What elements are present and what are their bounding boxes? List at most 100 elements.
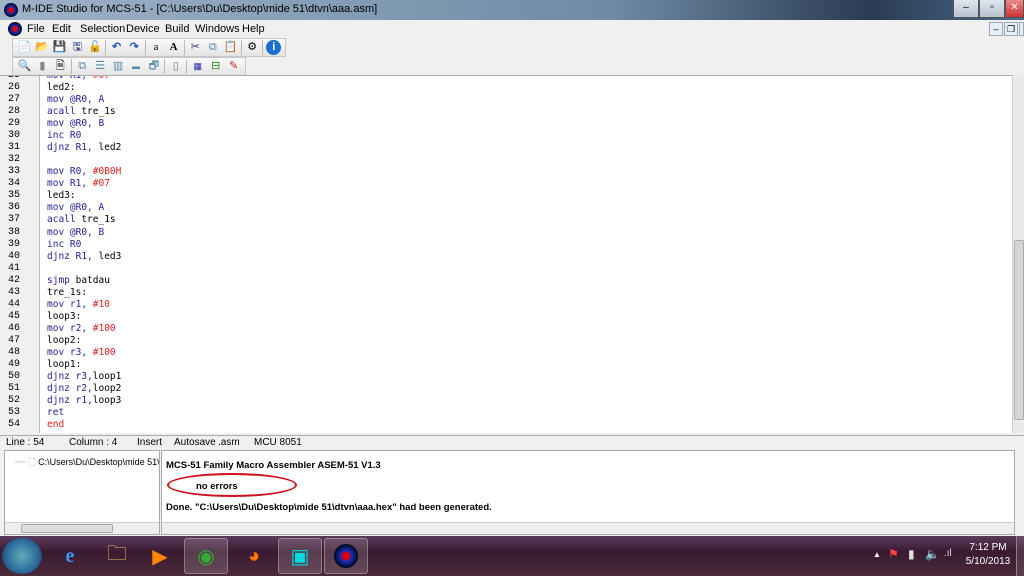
new-file-icon[interactable]: 📄 bbox=[17, 40, 32, 55]
close-file-icon[interactable]: 🔓 bbox=[88, 40, 103, 55]
output-header: MCS-51 Family Macro Assembler ASEM-51 V1… bbox=[166, 460, 381, 471]
document-icon[interactable] bbox=[8, 22, 22, 36]
tool-app-icon[interactable]: ▣ bbox=[278, 538, 322, 574]
close-button[interactable]: ✕ bbox=[1005, 0, 1024, 18]
code-line[interactable]: loop1: bbox=[47, 359, 81, 370]
tree-item[interactable]: ┄┄ 🗋 C:\Users\Du\Desktop\mide 51\ bbox=[15, 455, 159, 471]
info-icon[interactable]: i bbox=[266, 40, 282, 55]
status-extension: .asm bbox=[218, 437, 240, 448]
menu-help[interactable]: Help bbox=[242, 23, 265, 35]
scrollbar-thumb[interactable] bbox=[21, 524, 113, 533]
redo-icon[interactable]: ↷ bbox=[127, 40, 142, 55]
mdi-restore-button[interactable]: ❐ bbox=[1004, 22, 1018, 36]
network-icon[interactable]: .ıl bbox=[944, 548, 952, 559]
code-line[interactable]: mov R1, #07 bbox=[47, 76, 110, 81]
scrollbar-thumb[interactable] bbox=[1014, 240, 1024, 420]
menu-build[interactable]: Build bbox=[165, 23, 189, 35]
menu-windows[interactable]: Windows bbox=[195, 23, 240, 35]
code-line[interactable]: djnz r1,loop3 bbox=[47, 395, 121, 406]
copy-icon[interactable]: ⧉ bbox=[206, 40, 221, 55]
code-editor[interactable]: 25 26 27 28 29 30 31 32 33 34 35 36 37 38 39 40 41 42 43 44… bbox=[0, 75, 1012, 433]
mdi-close-button[interactable] bbox=[1019, 22, 1024, 36]
code-line[interactable]: mov @R0, B bbox=[47, 118, 104, 129]
code-line[interactable]: djnz r2,loop2 bbox=[47, 383, 121, 394]
code-line[interactable]: acall tre_1s bbox=[47, 214, 116, 225]
split-icon[interactable]: ▯ bbox=[168, 59, 183, 74]
code-line[interactable]: djnz R1, led2 bbox=[47, 142, 121, 153]
tree-horizontal-scrollbar[interactable] bbox=[5, 522, 159, 534]
code-line[interactable]: djnz r3,loop1 bbox=[47, 371, 121, 382]
arrange-icon[interactable]: ▬ bbox=[129, 59, 144, 74]
code-line[interactable]: djnz R1, led3 bbox=[47, 251, 121, 262]
action-center-flag-icon[interactable]: ⚑ bbox=[888, 547, 899, 561]
line-number: 26 bbox=[8, 82, 21, 94]
code-token: sjmp bbox=[47, 274, 76, 286]
code-token: #0B0H bbox=[92, 166, 122, 178]
volume-icon[interactable]: 🔈 bbox=[925, 547, 940, 561]
undo-icon[interactable]: ↶ bbox=[109, 40, 124, 55]
power-icon[interactable]: ▮ bbox=[908, 547, 915, 561]
code-line[interactable]: mov r3, #100 bbox=[47, 347, 116, 358]
download-icon[interactable]: ⊟ bbox=[208, 59, 223, 74]
open-folder-icon[interactable]: 📂 bbox=[35, 40, 50, 55]
mide-app-icon[interactable] bbox=[324, 538, 368, 574]
paste-icon[interactable]: 📋 bbox=[223, 40, 238, 55]
file-explorer-icon[interactable]: 🗀 bbox=[95, 538, 139, 574]
code-line[interactable]: mov r1, #10 bbox=[47, 299, 110, 310]
code-line[interactable]: mov r2, #100 bbox=[47, 323, 116, 334]
show-hidden-icons[interactable]: ▲ bbox=[873, 550, 881, 559]
cut-icon[interactable]: ✂ bbox=[188, 40, 203, 55]
settings-icon[interactable]: ⚙ bbox=[245, 40, 260, 55]
save-icon[interactable]: 💾 bbox=[52, 40, 67, 55]
code-line[interactable]: tre_1s: bbox=[47, 287, 87, 298]
lowercase-icon[interactable]: a bbox=[149, 40, 164, 55]
menu-file[interactable]: File bbox=[27, 23, 45, 35]
tile-horizontal-icon[interactable]: ☰ bbox=[93, 59, 108, 74]
replace-icon[interactable]: 🗎 bbox=[53, 59, 68, 74]
line-number: 35 bbox=[8, 190, 21, 202]
code-line[interactable]: mov R0, #0B0H bbox=[47, 166, 121, 177]
debug-icon[interactable]: ✎ bbox=[226, 59, 241, 74]
mdi-minimize-button[interactable]: – bbox=[989, 22, 1003, 36]
assemble-icon[interactable]: ▦ bbox=[190, 59, 205, 74]
menu-selection[interactable]: Selection bbox=[80, 23, 125, 35]
code-line[interactable]: mov R1, #07 bbox=[47, 178, 110, 189]
vertical-scrollbar[interactable] bbox=[1012, 75, 1024, 433]
media-player-icon[interactable]: ▶ bbox=[138, 538, 182, 574]
code-line[interactable]: mov @R0, A bbox=[47, 94, 104, 105]
save-all-icon[interactable]: 🖫 bbox=[70, 40, 85, 55]
firefox-icon[interactable]: ◕ bbox=[232, 538, 276, 574]
uppercase-icon[interactable]: A bbox=[166, 40, 181, 55]
chrome-icon[interactable]: ◉ bbox=[184, 538, 228, 574]
page-icon[interactable]: ▮ bbox=[35, 59, 50, 74]
cascade-icon[interactable]: ⧉ bbox=[75, 59, 90, 74]
code-line[interactable]: led2: bbox=[47, 82, 76, 93]
internet-explorer-icon[interactable]: e bbox=[48, 538, 92, 574]
code-line[interactable]: end bbox=[47, 419, 64, 430]
code-line[interactable]: acall tre_1s bbox=[47, 106, 116, 117]
code-token: djnz r3, bbox=[47, 371, 93, 382]
maximize-button[interactable]: ▫ bbox=[979, 0, 1005, 18]
line-number: 44 bbox=[8, 298, 21, 310]
code-line[interactable]: inc R0 bbox=[47, 239, 81, 250]
code-line[interactable]: loop2: bbox=[47, 335, 81, 346]
code-line[interactable]: mov @R0, A bbox=[47, 202, 104, 213]
minimize-button[interactable]: – bbox=[953, 0, 979, 18]
code-line[interactable]: ret bbox=[47, 407, 64, 418]
code-line[interactable]: sjmp batdau bbox=[47, 275, 110, 286]
menu-device[interactable]: Device bbox=[126, 23, 160, 35]
window-icon[interactable]: 🗗 bbox=[146, 59, 161, 74]
output-horizontal-scrollbar[interactable] bbox=[162, 522, 1014, 534]
find-icon[interactable]: 🔍 bbox=[17, 59, 32, 74]
start-button[interactable] bbox=[2, 538, 42, 574]
code-line[interactable]: led3: bbox=[47, 190, 76, 201]
code-line[interactable]: mov @R0, B bbox=[47, 227, 104, 238]
show-desktop-button[interactable] bbox=[1016, 536, 1024, 576]
code-token: #100 bbox=[92, 346, 116, 358]
code-line[interactable]: inc R0 bbox=[47, 130, 81, 141]
clock[interactable]: 7:12 PM 5/10/2013 bbox=[965, 542, 1011, 567]
code-line[interactable]: loop3: bbox=[47, 311, 81, 322]
menu-edit[interactable]: Edit bbox=[52, 23, 71, 35]
line-number: 46 bbox=[8, 322, 21, 334]
tile-vertical-icon[interactable]: ▥ bbox=[111, 59, 126, 74]
